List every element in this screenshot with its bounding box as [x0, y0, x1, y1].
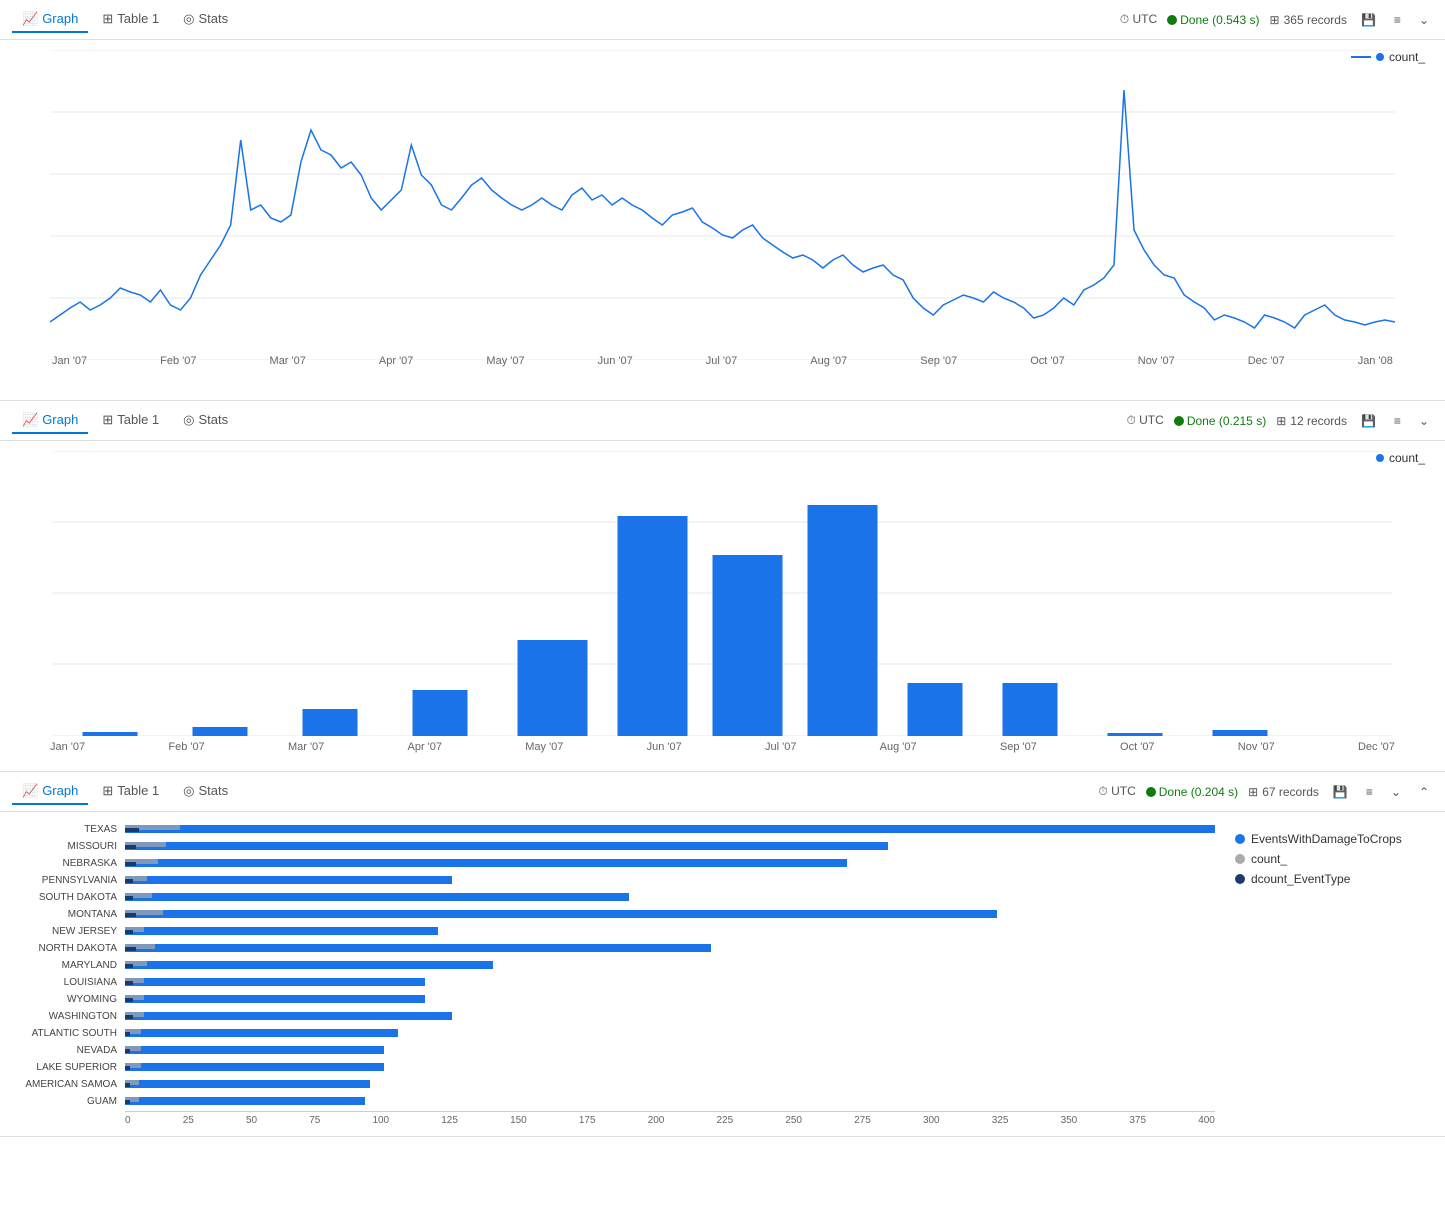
legend-2: count_: [1376, 451, 1425, 465]
done-dot-2: [1174, 416, 1184, 426]
hbar-legend: EventsWithDamageToCrops count_ dcount_Ev…: [1215, 822, 1435, 1126]
view-btn-3[interactable]: ≡: [1362, 783, 1377, 801]
legend-item-2: count_: [1235, 852, 1415, 866]
legend-dot-2: [1376, 454, 1384, 462]
graph-icon-1: 📈: [22, 11, 38, 27]
panel-2-header: 📈 Graph ⊞ Table 1 ◎ Stats ⏱ UTC Done (0.…: [0, 401, 1445, 441]
save-btn-1[interactable]: 💾: [1357, 11, 1380, 29]
stats-icon-2: ◎: [183, 412, 194, 428]
done-status-3: Done (0.204 s): [1146, 785, 1238, 799]
done-dot-3: [1146, 787, 1156, 797]
records-icon-1: ⊞: [1270, 13, 1280, 27]
records-icon-3: ⊞: [1248, 785, 1258, 799]
records-badge-2: ⊞ 12 records: [1276, 414, 1347, 428]
legend-dot-dark: [1235, 874, 1245, 884]
panel-1-chart-area: count_ 1250 1000 750 500 250 0 Jan '07 F…: [0, 40, 1445, 400]
expand-btn-3-up[interactable]: ⌃: [1415, 783, 1433, 801]
panel-2: 📈 Graph ⊞ Table 1 ◎ Stats ⏱ UTC Done (0.…: [0, 401, 1445, 772]
timezone-2: ⏱ UTC: [1126, 413, 1163, 428]
done-status-1: Done (0.543 s): [1167, 13, 1259, 27]
table-icon-1: ⊞: [102, 11, 113, 27]
hbar-row: AMERICAN SAMOA: [10, 1077, 1215, 1091]
done-status-2: Done (0.215 s): [1174, 414, 1266, 428]
legend-item-3: dcount_EventType: [1235, 872, 1415, 886]
hbar-row: MARYLAND: [10, 958, 1215, 972]
tab-table-1[interactable]: ⊞ Table 1: [92, 7, 169, 33]
view-btn-1[interactable]: ≡: [1390, 11, 1405, 29]
graph-icon-2: 📈: [22, 412, 38, 428]
stats-icon-1: ◎: [183, 11, 194, 27]
hbar-row: LOUISIANA: [10, 975, 1215, 989]
hbar-row: ATLANTIC SOUTH: [10, 1026, 1215, 1040]
hbar-row: NORTH DAKOTA: [10, 941, 1215, 955]
tab-graph-2[interactable]: 📈 Graph: [12, 408, 88, 434]
graph-icon-3: 📈: [22, 783, 38, 799]
hbar-row: SOUTH DAKOTA: [10, 890, 1215, 904]
expand-btn-3-down[interactable]: ⌄: [1387, 783, 1405, 801]
timezone-1: ⏱ UTC: [1120, 12, 1157, 27]
hbar-rows: TEXAS MISSOURI NEBRASKA PENNSYLVANIA SOUTH D…: [10, 822, 1215, 1108]
hbar-row: NEW JERSEY: [10, 924, 1215, 938]
hbar-x-axis: 0 25 50 75 100 125 150 175 200 225 250 2…: [125, 1111, 1215, 1126]
panel-3-content: TEXAS MISSOURI NEBRASKA PENNSYLVANIA SOUTH D…: [0, 812, 1445, 1136]
hbar-row: MISSOURI: [10, 839, 1215, 853]
hbar-row: GUAM: [10, 1094, 1215, 1108]
view-btn-2[interactable]: ≡: [1390, 412, 1405, 430]
panel-3-status: ⏱ UTC Done (0.204 s) ⊞ 67 records 💾 ≡ ⌄ …: [1098, 783, 1433, 801]
timezone-3: ⏱ UTC: [1098, 784, 1135, 799]
expand-btn-2[interactable]: ⌄: [1415, 412, 1433, 430]
line-chart-svg: 1250 1000 750 500 250 0: [50, 50, 1395, 360]
legend-1: count_: [1351, 50, 1425, 64]
legend-item-1: EventsWithDamageToCrops: [1235, 832, 1415, 846]
panel-3: 📈 Graph ⊞ Table 1 ◎ Stats ⏱ UTC Done (0.…: [0, 772, 1445, 1137]
tab-stats-3[interactable]: ◎ Stats: [173, 779, 238, 805]
panel-3-header: 📈 Graph ⊞ Table 1 ◎ Stats ⏱ UTC Done (0.…: [0, 772, 1445, 812]
records-badge-3: ⊞ 67 records: [1248, 785, 1319, 799]
hbar-row: PENNSYLVANIA: [10, 873, 1215, 887]
panel-2-chart-area: count_ 4k 3k 2k 1k 0: [0, 441, 1445, 771]
table-icon-3: ⊞: [102, 783, 113, 799]
panel-1: 📈 Graph ⊞ Table 1 ◎ Stats ⏱ UTC Done (0.…: [0, 0, 1445, 401]
hbar-row: NEBRASKA: [10, 856, 1215, 870]
hbar-row: LAKE SUPERIOR: [10, 1060, 1215, 1074]
done-dot-1: [1167, 15, 1177, 25]
records-badge-1: ⊞ 365 records: [1270, 13, 1347, 27]
legend-dot-blue: [1235, 834, 1245, 844]
tab-table-2[interactable]: ⊞ Table 1: [92, 408, 169, 434]
panel-1-status: ⏱ UTC Done (0.543 s) ⊞ 365 records 💾 ≡ ⌄: [1120, 11, 1433, 29]
tab-table-3[interactable]: ⊞ Table 1: [92, 779, 169, 805]
panel-2-status: ⏱ UTC Done (0.215 s) ⊞ 12 records 💾 ≡ ⌄: [1126, 412, 1433, 430]
hbar-row: WYOMING: [10, 992, 1215, 1006]
hbar-row: WASHINGTON: [10, 1009, 1215, 1023]
panel-1-header: 📈 Graph ⊞ Table 1 ◎ Stats ⏱ UTC Done (0.…: [0, 0, 1445, 40]
legend-dot-1: [1376, 53, 1384, 61]
hbar-row: MONTANA: [10, 907, 1215, 921]
tab-graph-1[interactable]: 📈 Graph: [12, 7, 88, 33]
bar-chart-svg: 4k 3k 2k 1k 0: [50, 451, 1395, 736]
tab-stats-2[interactable]: ◎ Stats: [173, 408, 238, 434]
stats-icon-3: ◎: [183, 783, 194, 799]
save-btn-2[interactable]: 💾: [1357, 412, 1380, 430]
legend-dot-gray: [1235, 854, 1245, 864]
hbar-chart: TEXAS MISSOURI NEBRASKA PENNSYLVANIA SOUTH D…: [10, 822, 1215, 1126]
table-icon-2: ⊞: [102, 412, 113, 428]
records-icon-2: ⊞: [1276, 414, 1286, 428]
hbar-row: TEXAS: [10, 822, 1215, 836]
hbar-row: NEVADA: [10, 1043, 1215, 1057]
tab-graph-3[interactable]: 📈 Graph: [12, 779, 88, 805]
expand-btn-1[interactable]: ⌄: [1415, 11, 1433, 29]
x-labels-2: Jan '07 Feb '07 Mar '07 Apr '07 May '07 …: [50, 741, 1395, 753]
save-btn-3[interactable]: 💾: [1329, 783, 1352, 801]
legend-line-1: [1351, 56, 1371, 58]
tab-stats-1[interactable]: ◎ Stats: [173, 7, 238, 33]
